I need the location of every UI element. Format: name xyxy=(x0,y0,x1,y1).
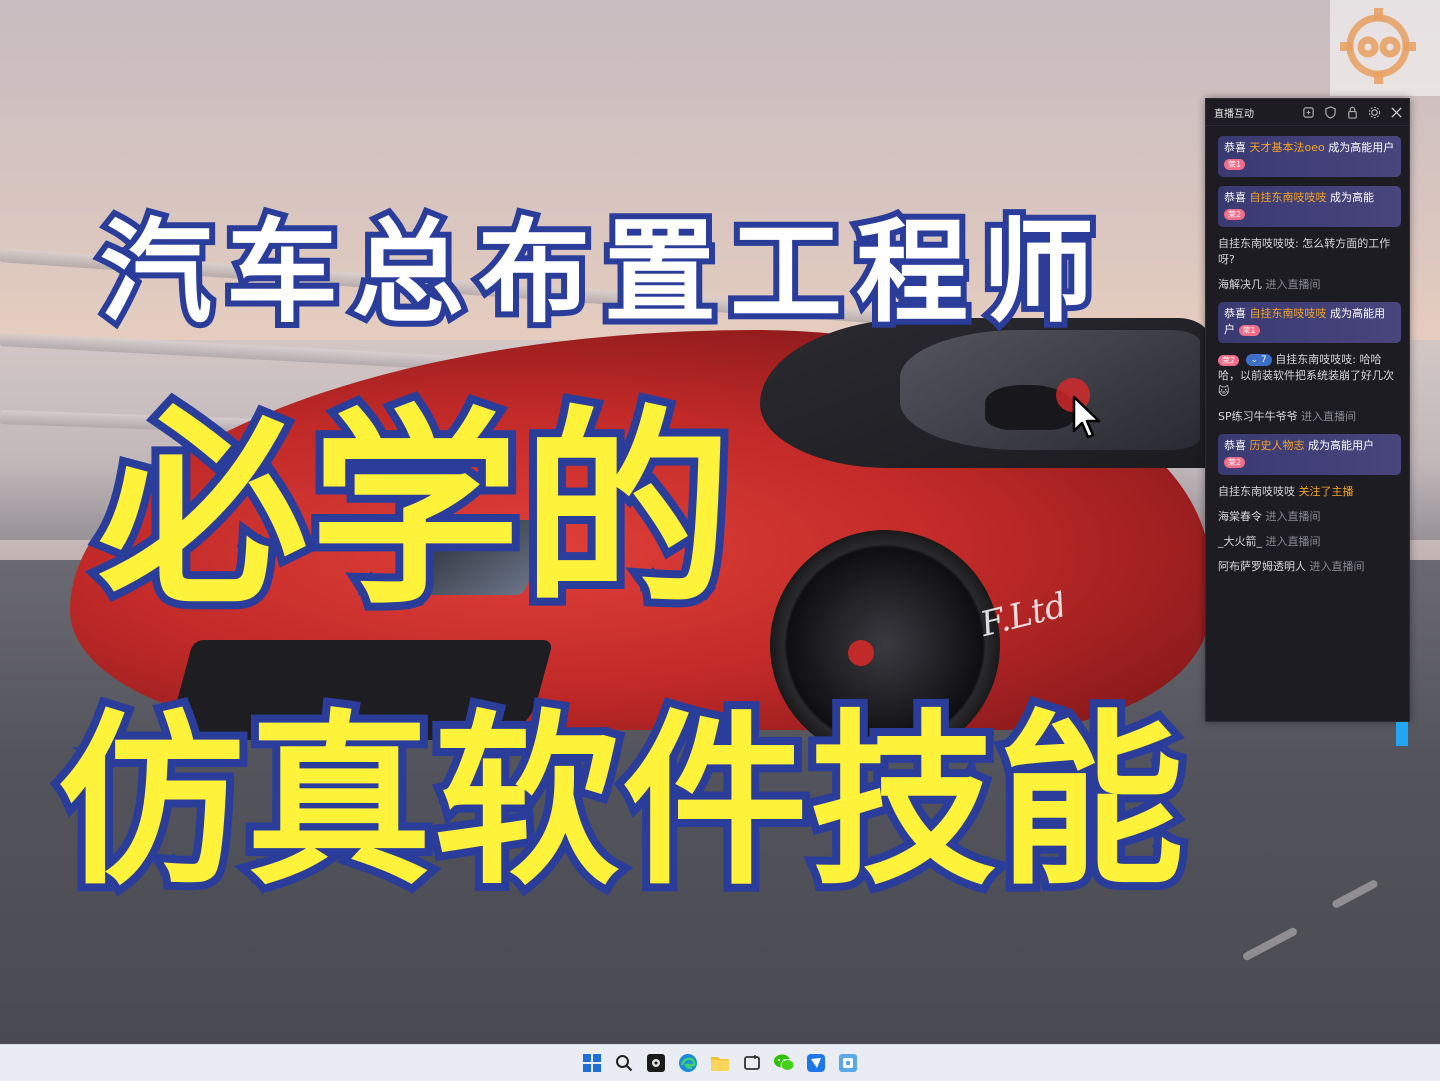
msg-text: 成为高能用户 xyxy=(1328,141,1395,154)
honor-badge: 荣1 xyxy=(1238,324,1260,336)
msg-action: 进入直播间 xyxy=(1309,560,1365,573)
refresh-icon[interactable] xyxy=(1302,106,1315,119)
search-icon[interactable] xyxy=(611,1050,637,1076)
honor-badge: 荣2 xyxy=(1218,354,1240,366)
panel-header: 直播互动 xyxy=(1206,99,1409,126)
msg-action: 关注了主播 xyxy=(1298,485,1354,498)
thumbnail-headline-line3: 仿真软件技能 xyxy=(50,685,1192,918)
wechat-icon[interactable] xyxy=(771,1050,797,1076)
msg-username[interactable]: 自挂东南吱吱吱 xyxy=(1250,191,1327,204)
list-item: 恭喜 自挂东南吱吱吱 成为高能 荣2 xyxy=(1218,186,1401,227)
mouse-cursor-icon xyxy=(1072,395,1101,439)
list-item: 阿布萨罗姆透明人 进入直播间 xyxy=(1218,559,1401,575)
live-interaction-panel: 直播互动 恭喜 天才基本法oeo 成为高能用户 荣1 恭喜 自挂东南吱吱吱 成为… xyxy=(1205,98,1410,722)
msg-action: 进入直播间 xyxy=(1265,535,1321,548)
feishu-icon[interactable] xyxy=(803,1050,829,1076)
list-item: 海解决几 进入直播间 xyxy=(1218,277,1401,293)
taskbar xyxy=(0,1044,1440,1081)
screen-capture-icon[interactable] xyxy=(739,1050,765,1076)
list-item: _大火箭_ 进入直播间 xyxy=(1218,534,1401,550)
msg-username[interactable]: SP练习牛牛爷爷 xyxy=(1218,410,1298,423)
list-item: 海棠春令 进入直播间 xyxy=(1218,509,1401,525)
msg-username[interactable]: 阿布萨罗姆透明人 xyxy=(1218,560,1306,573)
chat-list[interactable]: 恭喜 天才基本法oeo 成为高能用户 荣1 恭喜 自挂东南吱吱吱 成为高能 荣2… xyxy=(1206,126,1409,575)
msg-username[interactable]: 自挂东南吱吱吱 xyxy=(1218,485,1295,498)
close-icon[interactable] xyxy=(1390,106,1403,119)
fan-level-badge: ⌄ 7 xyxy=(1245,354,1272,366)
msg-username[interactable]: 历史人物志 xyxy=(1250,439,1305,452)
lock-icon[interactable] xyxy=(1346,106,1359,119)
windows-start-icon[interactable] xyxy=(579,1050,605,1076)
msg-username[interactable]: 海棠春令 xyxy=(1218,510,1262,523)
list-item: 恭喜 天才基本法oeo 成为高能用户 荣1 xyxy=(1218,136,1401,177)
honor-badge: 荣1 xyxy=(1224,158,1246,170)
thumbnail-headline-line2: 必学的 xyxy=(90,380,740,641)
msg-username[interactable]: 自挂东南吱吱吱: xyxy=(1218,237,1299,250)
msg-action: 进入直播间 xyxy=(1265,278,1321,291)
file-explorer-icon[interactable] xyxy=(707,1050,733,1076)
road-marking xyxy=(1241,926,1299,962)
edge-browser-icon[interactable] xyxy=(675,1050,701,1076)
gear-logo-icon xyxy=(1340,8,1416,84)
list-item: 自挂东南吱吱吱 关注了主播 xyxy=(1218,484,1401,500)
fan-level: 7 xyxy=(1261,355,1267,365)
media-player-icon[interactable] xyxy=(643,1050,669,1076)
chevron-down-icon: ⌄ xyxy=(1250,355,1259,365)
taskbar-icons xyxy=(576,1045,864,1081)
msg-username[interactable]: 天才基本法oeo xyxy=(1250,141,1325,154)
msg-prefix: 恭喜 xyxy=(1224,307,1246,320)
msg-username[interactable]: _大火箭_ xyxy=(1218,535,1262,548)
panel-title: 直播互动 xyxy=(1214,108,1254,120)
thumbnail-headline-line1: 汽车总布置工程师 xyxy=(94,202,1108,344)
list-item: 恭喜 历史人物志 成为高能用户 荣2 xyxy=(1218,434,1401,475)
msg-action: 进入直播间 xyxy=(1265,510,1321,523)
channel-logo xyxy=(1330,0,1440,96)
road-marking xyxy=(1331,878,1379,910)
list-item: 荣2 ⌄ 7 自挂东南吱吱吱: 哈哈哈，以前装软件把系统装崩了好几次 🐱 xyxy=(1218,352,1401,400)
honor-badge: 荣2 xyxy=(1224,456,1246,468)
shield-icon[interactable] xyxy=(1324,105,1337,119)
msg-text: 成为高能用户 xyxy=(1308,439,1374,452)
msg-prefix: 恭喜 xyxy=(1224,191,1246,204)
msg-prefix: 恭喜 xyxy=(1224,141,1246,154)
msg-text: 成为高能 xyxy=(1330,191,1374,204)
msg-prefix: 恭喜 xyxy=(1224,439,1246,452)
msg-username[interactable]: 海解决几 xyxy=(1218,278,1262,291)
app-icon[interactable] xyxy=(835,1050,861,1076)
msg-action: 进入直播间 xyxy=(1301,410,1357,423)
list-item: 恭喜 自挂东南吱吱吱 成为高能用户 荣1 xyxy=(1218,302,1401,343)
list-item: 自挂东南吱吱吱: 怎么转方面的工作呀? xyxy=(1218,236,1401,268)
msg-username[interactable]: 自挂东南吱吱吱: xyxy=(1275,353,1356,366)
gear-icon[interactable] xyxy=(1368,106,1381,119)
honor-badge: 荣2 xyxy=(1224,208,1246,220)
panel-scroll-accent[interactable] xyxy=(1396,722,1408,746)
msg-username[interactable]: 自挂东南吱吱吱 xyxy=(1250,307,1327,320)
cat-emoji-icon: 🐱 xyxy=(1218,385,1230,398)
list-item: SP练习牛牛爷爷 进入直播间 xyxy=(1218,409,1401,425)
